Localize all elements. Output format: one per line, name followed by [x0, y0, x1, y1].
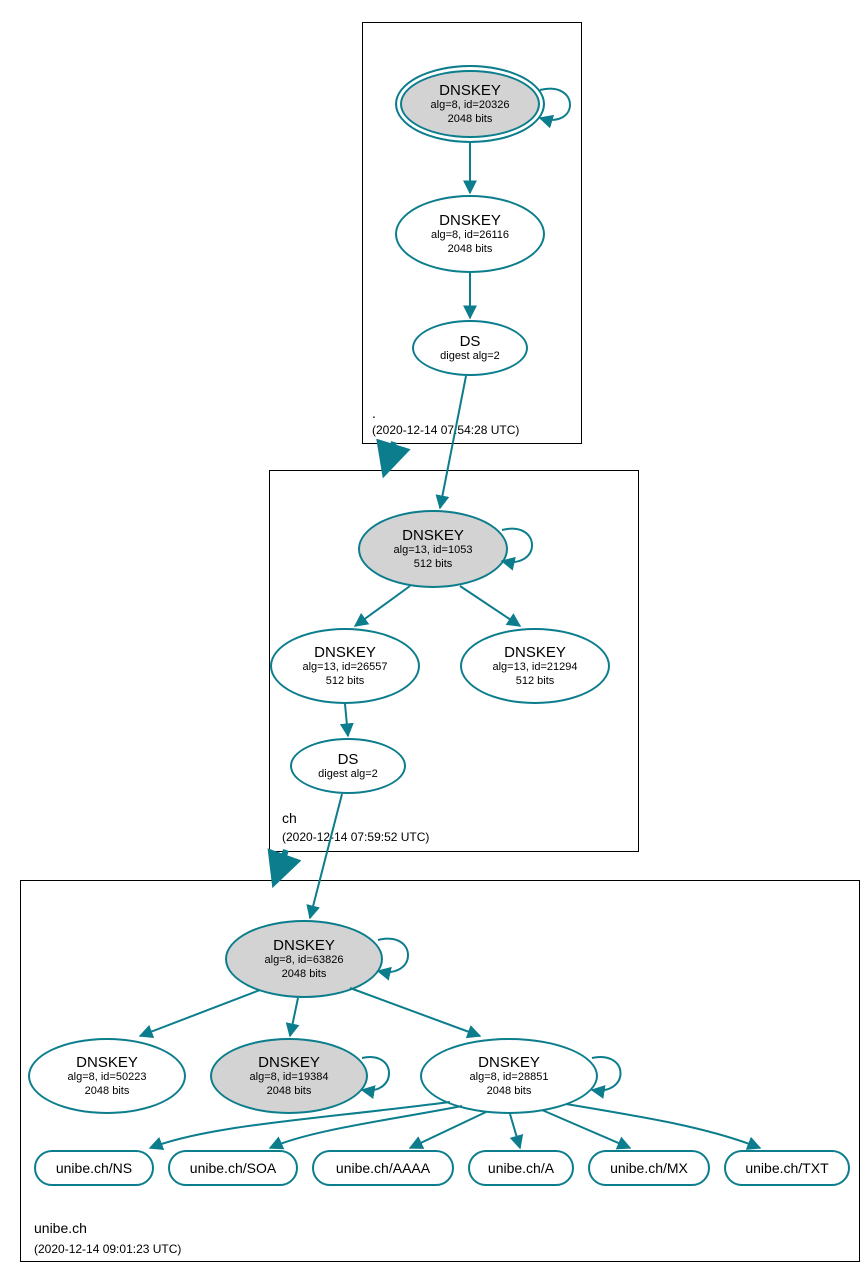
node-ch-zsk-21294: DNSKEY alg=13, id=21294 512 bits [460, 628, 610, 704]
node-alg: alg=8, id=20326 [431, 99, 510, 112]
node-title: DS [338, 751, 359, 768]
node-digest: digest alg=2 [440, 350, 500, 363]
node-title: DS [460, 333, 481, 350]
node-bits: 2048 bits [448, 113, 493, 126]
node-alg: alg=13, id=1053 [394, 544, 473, 557]
node-alg: alg=8, id=63826 [265, 954, 344, 967]
node-unibe-ksk: DNSKEY alg=8, id=63826 2048 bits [225, 920, 383, 998]
rr-txt: unibe.ch/TXT [724, 1150, 850, 1186]
node-bits: 2048 bits [85, 1085, 130, 1098]
zone-label-root: . [372, 405, 376, 421]
node-alg: alg=8, id=50223 [68, 1071, 147, 1084]
node-alg: alg=13, id=21294 [492, 661, 577, 674]
node-title: DNSKEY [314, 644, 376, 661]
zone-label-ch: ch [282, 810, 297, 826]
zone-timestamp-root: (2020-12-14 07:54:28 UTC) [372, 423, 519, 437]
zone-label-unibe: unibe.ch [34, 1220, 87, 1236]
node-bits: 512 bits [516, 675, 555, 688]
rr-a: unibe.ch/A [468, 1150, 574, 1186]
node-bits: 2048 bits [282, 968, 327, 981]
rr-aaaa: unibe.ch/AAAA [312, 1150, 454, 1186]
node-bits: 512 bits [414, 558, 453, 571]
node-bits: 2048 bits [267, 1085, 312, 1098]
node-alg: alg=8, id=19384 [250, 1071, 329, 1084]
node-root-ksk: DNSKEY alg=8, id=20326 2048 bits [395, 65, 545, 143]
node-title: DNSKEY [439, 82, 501, 99]
node-alg: alg=13, id=26557 [302, 661, 387, 674]
node-alg: alg=8, id=28851 [470, 1071, 549, 1084]
node-title: DNSKEY [273, 937, 335, 954]
node-unibe-zsk-19384: DNSKEY alg=8, id=19384 2048 bits [210, 1038, 368, 1114]
node-bits: 2048 bits [448, 243, 493, 256]
node-title: DNSKEY [402, 527, 464, 544]
node-ch-zsk-26557: DNSKEY alg=13, id=26557 512 bits [270, 628, 420, 704]
rr-soa: unibe.ch/SOA [168, 1150, 298, 1186]
node-ch-ds: DS digest alg=2 [290, 738, 406, 794]
node-bits: 512 bits [326, 675, 365, 688]
node-title: DNSKEY [258, 1054, 320, 1071]
node-title: DNSKEY [76, 1054, 138, 1071]
node-root-zsk: DNSKEY alg=8, id=26116 2048 bits [395, 195, 545, 273]
rr-mx: unibe.ch/MX [588, 1150, 710, 1186]
node-digest: digest alg=2 [318, 768, 378, 781]
node-root-ds: DS digest alg=2 [412, 320, 528, 376]
node-title: DNSKEY [504, 644, 566, 661]
node-bits: 2048 bits [487, 1085, 532, 1098]
node-ch-ksk: DNSKEY alg=13, id=1053 512 bits [358, 510, 508, 588]
node-unibe-zsk-50223: DNSKEY alg=8, id=50223 2048 bits [28, 1038, 186, 1114]
node-title: DNSKEY [478, 1054, 540, 1071]
node-alg: alg=8, id=26116 [431, 229, 509, 242]
node-unibe-zsk-28851: DNSKEY alg=8, id=28851 2048 bits [420, 1038, 598, 1114]
zone-timestamp-ch: (2020-12-14 07:59:52 UTC) [282, 830, 429, 844]
zone-timestamp-unibe: (2020-12-14 09:01:23 UTC) [34, 1242, 181, 1256]
rr-ns: unibe.ch/NS [34, 1150, 154, 1186]
dnssec-chain-diagram: . (2020-12-14 07:54:28 UTC) DNSKEY alg=8… [10, 10, 855, 1268]
node-title: DNSKEY [439, 212, 501, 229]
